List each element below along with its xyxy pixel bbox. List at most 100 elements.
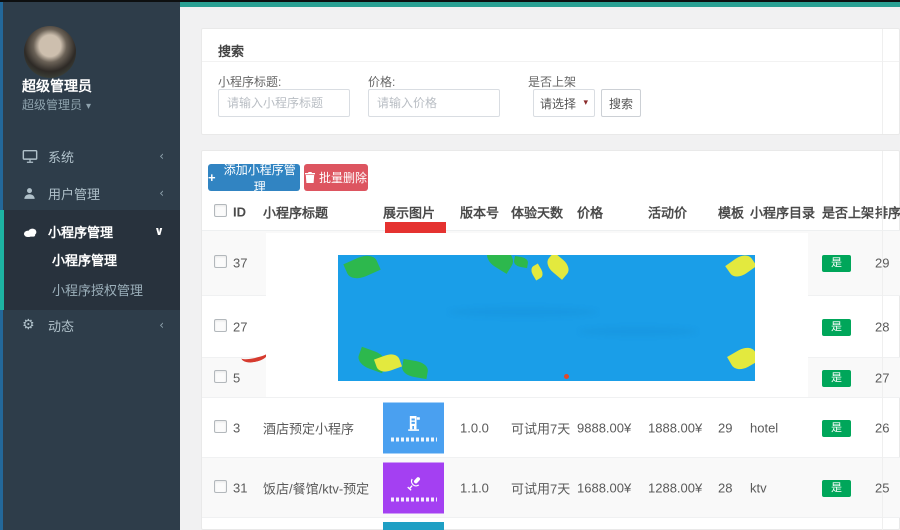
cell-id: 27 [233,319,247,334]
miniprogram-title-label: 小程序标题: [218,73,281,90]
sidebar-item-label: 小程序管理 [48,222,154,241]
cell-id: 37 [233,256,247,271]
cell-id: 31 [233,480,247,495]
column-header-directory: 小程序目录 [750,202,815,221]
add-miniprogram-button[interactable]: +添加小程序管理 [208,164,300,191]
delete-button-label: 批量删除 [319,169,367,186]
table-header: ID 小程序标题 展示图片 版本号 体验天数 价格 活动价 模板 小程序目录 是… [202,193,900,231]
avatar [24,26,76,78]
cell-id: 5 [233,370,240,385]
cell-title: 酒店预定小程序 [263,418,354,437]
sidebar-item-system[interactable]: 系统 ‹ [0,137,180,175]
divider [202,61,899,62]
column-header-id: ID [233,204,246,219]
trash-icon [305,172,315,183]
column-header-trial-days: 体验天数 [511,202,563,221]
cell-directory: ktv [750,480,767,495]
batch-delete-button[interactable]: 批量删除 [304,164,368,191]
column-header-version: 版本号 [460,202,499,221]
cloud-icon [22,224,40,239]
cell-id: 3 [233,420,240,435]
price-input[interactable] [368,89,500,117]
sidebar-item-dynamics[interactable]: ⚙ 动态 ‹ [0,306,180,344]
column-header-price: 价格 [577,202,603,221]
on-shelf-badge: 是 [822,319,851,336]
cell-version: 1.0.0 [460,420,489,435]
select-caret-icon: ▾ [583,98,588,108]
search-panel-title: 搜索 [218,41,244,60]
add-button-label: 添加小程序管理 [220,161,300,195]
on-shelf-label: 是否上架 [528,73,576,90]
user-role-label: 超级管理员 [22,98,82,112]
row-checkbox[interactable] [214,480,227,493]
cell-price: 9888.00¥ [577,420,631,435]
sidebar-subitem-miniprogram-auth-management[interactable]: 小程序授权管理 [0,274,180,304]
search-button[interactable]: 搜索 [601,89,641,117]
on-shelf-badge: 是 [822,255,851,272]
search-panel: 搜索 小程序标题: 价格: 是否上架 请选择 ▾ 搜索 [201,28,900,135]
user-name: 超级管理员 [22,76,92,96]
table-row-partial [202,518,900,530]
sidebar-subitem-label: 小程序管理 [52,250,117,269]
miniprogram-title-input[interactable] [218,89,350,117]
cell-version: 1.1.0 [460,480,489,495]
microphone-icon [404,474,424,494]
monitor-icon [22,148,40,164]
cell-activity-price: 1888.00¥ [648,420,702,435]
sidebar-item-label: 动态 [48,316,159,335]
column-header-activity-price: 活动价 [648,202,687,221]
column-header-sort: 排序 [875,202,900,221]
cell-activity-price: 1288.00¥ [648,480,702,495]
row-checkbox[interactable] [214,255,227,268]
sidebar-item-user-management[interactable]: 用户管理 ‹ [0,174,180,212]
row-checkbox[interactable] [214,319,227,332]
column-header-title: 小程序标题 [263,202,328,221]
select-all-checkbox[interactable] [214,204,227,217]
table-row: 31 饭店/餐馆/ktv-预定 1.1.0 可试用7天 1688.00¥ 128… [202,458,900,518]
sidebar-subitem-label: 小程序授权管理 [52,280,143,299]
cell-template: 28 [718,480,732,495]
row-thumbnail-ktv[interactable] [383,462,444,513]
sidebar-item-label: 用户管理 [48,184,159,203]
cell-directory: hotel [750,420,778,435]
thumbnail-caption [391,438,437,442]
chevron-left-icon: ‹ [159,186,164,200]
app-window: 超级管理员 超级管理员▾ 系统 ‹ 用户管理 ‹ 小程序管理 ∨ 小 [0,0,900,530]
caret-down-icon: ▾ [86,101,91,112]
cell-trial-days: 可试用7天 [511,418,570,437]
on-shelf-badge: 是 [822,370,851,387]
row-thumbnail-hotel[interactable] [383,402,444,453]
column-header-image: 展示图片 [383,202,435,221]
price-label: 价格: [368,73,395,90]
cogs-icon: ⚙ [22,317,40,333]
image-preview-backdrop [266,233,808,397]
table-row: 3 酒店预定小程序 1.0.0 可试用7天 9888.00¥ 1888.00¥ … [202,398,900,458]
cell-price: 1688.00¥ [577,480,631,495]
building-icon [404,414,424,434]
top-accent-bar [180,2,900,7]
sidebar-item-label: 系统 [48,147,159,166]
cell-trial-days: 可试用7天 [511,478,570,497]
column-header-on-shelf: 是否上架 [822,202,874,221]
sidebar-subitem-miniprogram-management[interactable]: 小程序管理 [0,244,180,274]
thumbnail-caption [391,498,437,502]
chevron-left-icon: ‹ [159,318,164,332]
user-icon [22,186,40,201]
row-checkbox[interactable] [214,420,227,433]
row-thumbnail-partial [383,522,444,530]
on-shelf-select-value: 请选择 [540,95,576,112]
active-menu-strip [0,210,4,310]
user-role-dropdown[interactable]: 超级管理员 ▾ [22,96,91,113]
row-checkbox[interactable] [214,370,227,383]
column-header-template: 模板 [718,202,744,221]
plus-icon: + [208,170,216,185]
sidebar: 超级管理员 超级管理员▾ 系统 ‹ 用户管理 ‹ 小程序管理 ∨ 小 [0,0,180,530]
chevron-left-icon: ‹ [159,149,164,163]
cell-title: 饭店/餐馆/ktv-预定 [263,478,369,497]
chevron-down-icon: ∨ [154,224,164,238]
on-shelf-select[interactable]: 请选择 ▾ [533,89,595,117]
image-preview [338,255,755,381]
on-shelf-badge: 是 [822,480,851,497]
divider [882,151,883,530]
on-shelf-badge: 是 [822,420,851,437]
